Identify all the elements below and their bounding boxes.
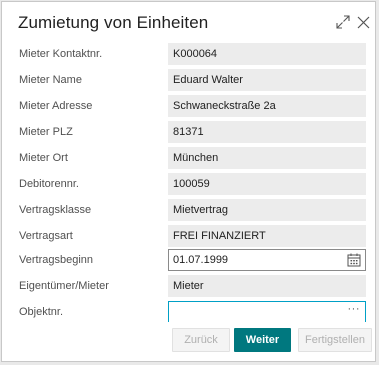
field-label: Vertragsart (19, 230, 73, 242)
mieter-plz-value: 81371 (168, 121, 366, 143)
mieter-kontaktnr-value: K000064 (168, 43, 366, 65)
vertragsbeginn-date-input[interactable]: 01.07.1999 (168, 249, 366, 271)
objektnr-input[interactable]: ··· (168, 301, 366, 323)
field-label: Vertragsklasse (19, 204, 92, 216)
finish-button[interactable]: Fertigstellen (298, 328, 372, 352)
close-icon[interactable] (354, 13, 372, 31)
field-row-vertragsklasse: Vertragsklasse Mietvertrag (2, 199, 375, 223)
field-label: Mieter Adresse (19, 100, 93, 112)
debitorennr-value: 100059 (168, 173, 366, 195)
field-row-vertragsbeginn: Vertragsbeginn 01.07.1999 (2, 249, 375, 273)
vertragsart-value: FREI FINANZIERT (168, 225, 366, 247)
field-label: Mieter PLZ (19, 126, 73, 138)
field-row-eigentuemer-mieter: Eigentümer/Mieter Mieter (2, 275, 375, 299)
dialog-title: Zumietung von Einheiten (18, 13, 209, 32)
mieter-name-value: Eduard Walter (168, 69, 366, 91)
field-row-mieter-adresse: Mieter Adresse Schwaneckstraße 2a (2, 95, 375, 119)
field-label: Vertragsbeginn (19, 254, 93, 266)
field-row-mieter-name: Mieter Name Eduard Walter (2, 69, 375, 93)
field-row-mieter-plz: Mieter PLZ 81371 (2, 121, 375, 145)
dialog-footer: Zurück Weiter Fertigstellen (2, 322, 375, 361)
ellipsis-icon[interactable]: ··· (348, 303, 361, 315)
back-button[interactable]: Zurück (172, 328, 230, 352)
wizard-dialog: Zumietung von Einheiten Mieter Kontaktnr… (1, 1, 376, 362)
expand-icon[interactable] (334, 13, 352, 31)
field-row-mieter-ort: Mieter Ort München (2, 147, 375, 171)
field-label: Eigentümer/Mieter (19, 280, 109, 292)
mieter-ort-value: München (168, 147, 366, 169)
mieter-adresse-value: Schwaneckstraße 2a (168, 95, 366, 117)
field-label: Mieter Name (19, 74, 82, 86)
field-label: Debitorennr. (19, 178, 79, 190)
calendar-icon[interactable] (347, 253, 361, 267)
vertragsbeginn-value: 01.07.1999 (173, 254, 229, 266)
field-row-vertragsart: Vertragsart FREI FINANZIERT (2, 225, 375, 249)
next-button[interactable]: Weiter (234, 328, 291, 352)
field-label: Objektnr. (19, 306, 64, 318)
eigentuemer-mieter-value: Mieter (168, 275, 366, 297)
field-label: Mieter Kontaktnr. (19, 48, 103, 60)
field-row-mieter-kontaktnr: Mieter Kontaktnr. K000064 (2, 43, 375, 67)
vertragsklasse-value: Mietvertrag (168, 199, 366, 221)
field-row-debitorennr: Debitorennr. 100059 (2, 173, 375, 197)
field-label: Mieter Ort (19, 152, 68, 164)
